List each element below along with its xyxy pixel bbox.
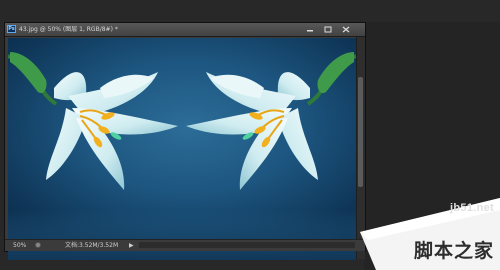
floor-reflection	[8, 210, 356, 260]
minimize-button[interactable]	[302, 23, 318, 35]
document-titlebar[interactable]: Ps 43.jpg @ 50% (图层 1, RGB/8#) *	[5, 23, 365, 37]
vertical-scroll-thumb[interactable]	[358, 77, 363, 187]
close-icon	[342, 26, 350, 32]
watermark-site-name: 脚本之家	[413, 240, 494, 262]
document-window[interactable]: Ps 43.jpg @ 50% (图层 1, RGB/8#) * 50% 文档:…	[4, 22, 366, 260]
lily-left	[8, 52, 178, 190]
close-button[interactable]	[338, 23, 354, 35]
document-size-readout: 文档:3.52M/3.52M	[65, 242, 119, 249]
maximize-button[interactable]	[320, 23, 336, 35]
status-menu-arrow-icon[interactable]: ▶	[129, 240, 134, 251]
lily-image	[8, 52, 356, 260]
minimize-icon	[307, 30, 313, 32]
status-info-icon[interactable]	[35, 242, 41, 248]
photoshop-icon: Ps	[7, 25, 16, 33]
document-tab-title[interactable]: 43.jpg @ 50% (图层 1, RGB/8#) *	[19, 24, 118, 35]
site-watermark: jb51.net 脚本之家	[356, 196, 500, 270]
lily-right	[186, 52, 356, 190]
status-bar: 50% 文档:3.52M/3.52M ▶	[5, 239, 365, 251]
horizontal-scrollbar[interactable]	[139, 242, 355, 248]
watermark-url: jb51.net	[450, 202, 494, 214]
zoom-level-field[interactable]: 50%	[13, 240, 26, 251]
image-canvas[interactable]	[8, 38, 356, 260]
maximize-icon	[324, 26, 332, 32]
